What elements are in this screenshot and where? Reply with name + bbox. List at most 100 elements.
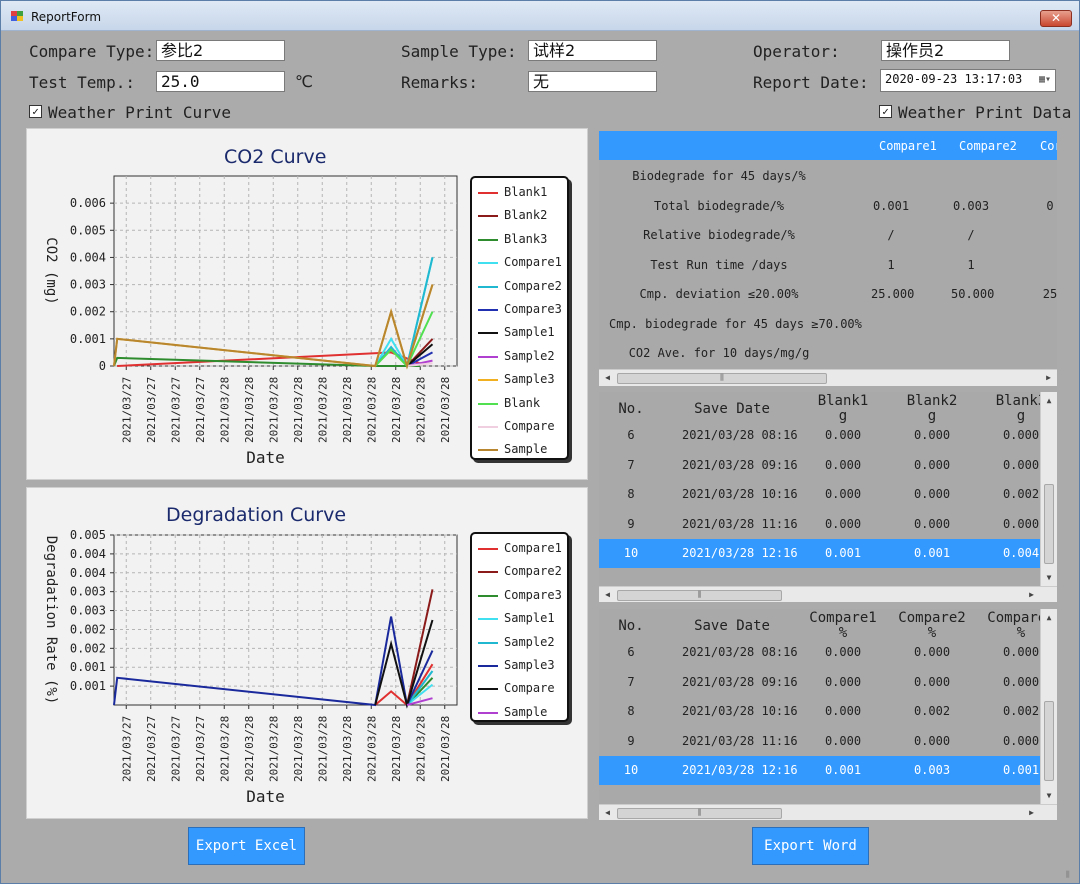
scroll-left-icon[interactable]: ◀ [599,370,616,386]
summary-col-header: Cor [1040,139,1057,153]
column-header[interactable]: Save Date [687,402,777,417]
scroll-down-icon[interactable]: ▼ [1041,787,1057,804]
compare-hscroll[interactable]: ◀ ⫼ ▶ [599,804,1057,820]
remarks-field[interactable]: 无 [528,71,657,92]
table-cell: 0.000 [913,733,951,748]
y-tick-label: 0.002 [70,305,106,319]
scroll-down-icon[interactable]: ▼ [1041,569,1057,586]
compare-vscroll[interactable]: ▲ ▼ [1040,609,1057,804]
scroll-left-icon[interactable]: ◀ [599,587,616,602]
legend-swatch [478,711,498,714]
column-header[interactable]: Blank1 g [798,394,888,424]
table-cell: 2021/03/28 11:16 [682,516,798,531]
table-cell: 2021/03/28 08:16 [682,428,798,442]
summary-grid[interactable]: Compare1 Compare2 Cor Biodegrade for 45 … [599,131,1057,386]
resize-grip-icon[interactable]: ⫼ [1066,870,1076,880]
checkmark-icon: ✓ [882,105,889,118]
title-bar[interactable]: ReportForm ✕ [1,1,1079,31]
table-row[interactable]: 9 2021/03/28 11:16 0.000 0.000 0.000 [599,510,1040,539]
blank-vscroll[interactable]: ▲ ▼ [1040,392,1057,586]
x-tick-label: 2021/03/27 [194,377,207,443]
column-header[interactable]: No. [599,402,676,417]
legend-label: Sample1 [504,325,555,340]
sample-type-field[interactable]: 试样2 [528,40,657,61]
export-word-button[interactable]: Export Word [752,827,869,865]
scroll-right-icon[interactable]: ▶ [1023,805,1040,820]
y-tick-label: 0.004 [70,250,106,264]
close-button[interactable]: ✕ [1040,10,1072,27]
export-excel-button[interactable]: Export Excel [188,827,305,865]
x-tick-label: 2021/03/27 [145,377,158,443]
y-tick-label: 0.003 [70,585,106,599]
compare-type-field[interactable]: 参比2 [156,40,285,61]
legend-swatch [478,449,498,452]
column-header[interactable]: Blank2 g [887,394,977,424]
legend-swatch [478,355,498,358]
scroll-thumb[interactable]: ⫼ [617,590,782,601]
blank-data-grid[interactable]: No. Save Date Blank1 g Blank2 g Blank3 g 6 202… [599,392,1057,602]
print-curve-checkbox[interactable]: ✓ [29,105,42,118]
table-row[interactable]: 7 2021/03/28 09:16 0.000 0.000 0.000 [599,668,1040,697]
table-cell: 0.000 [913,457,951,472]
app-icon [11,11,23,21]
legend-item: Sample [472,440,567,458]
legend-swatch [478,571,498,574]
scroll-up-icon[interactable]: ▲ [1041,392,1057,409]
table-row[interactable]: 6 2021/03/28 08:16 0.000 0.000 0.000 [599,421,1040,450]
x-tick-label: 2021/03/28 [316,377,329,443]
column-header[interactable]: Compare1 % [798,611,888,641]
scroll-up-icon[interactable]: ▲ [1041,609,1057,626]
summary-col-header: Compare2 [959,139,1017,153]
legend-item: Blank [472,394,567,412]
legend-swatch [478,426,498,428]
legend-item: Blank2 [472,206,567,224]
legend-label: Sample2 [504,634,555,649]
scroll-right-icon[interactable]: ▶ [1023,587,1040,602]
table-cell: 0.000 [824,733,862,748]
report-date-picker[interactable]: 2020-09-23 13:17:03 ▦▾ [880,69,1056,92]
y-tick-label: 0.001 [70,679,106,693]
summary-hscroll[interactable]: ◀ ⫼ ▶ [599,369,1057,386]
table-cell: 7 [627,457,635,472]
scroll-right-icon[interactable]: ▶ [1040,370,1057,386]
table-cell: 8 [627,704,635,718]
table-cell: 6 [627,645,635,659]
table-row[interactable]: 10 2021/03/28 12:16 0.001 0.001 0.004 [599,539,1040,568]
summary-cell: 50.000 [951,287,995,301]
column-header[interactable]: Save Date [687,619,777,634]
table-row[interactable]: 7 2021/03/28 09:16 0.000 0.000 0.000 [599,451,1040,480]
legend-label: Blank3 [504,231,548,246]
blank-hscroll[interactable]: ◀ ⫼ ▶ [599,586,1057,602]
table-row[interactable]: 9 2021/03/28 11:16 0.000 0.000 0.000 [599,727,1040,756]
table-cell: 0.001 [824,546,862,560]
column-header[interactable]: No. [599,619,676,634]
compare-data-grid[interactable]: No. Save Date Compare1 % Compare2 % Compare3… [599,609,1057,820]
scroll-left-icon[interactable]: ◀ [599,805,616,820]
scroll-thumb[interactable] [1044,701,1054,781]
table-row[interactable]: 8 2021/03/28 10:16 0.000 0.000 0.002 [599,480,1040,509]
remarks-label: Remarks: [401,73,479,92]
table-cell: 2021/03/28 12:16 [682,763,798,777]
y-tick-label: 0.001 [70,332,106,346]
scroll-thumb[interactable]: ⫼ [617,808,782,819]
table-cell: 7 [627,674,635,689]
x-tick-label: 2021/03/28 [341,377,354,443]
test-temp-field[interactable]: 25.0 [156,71,285,92]
calendar-dropdown-icon[interactable]: ▦▾ [1037,72,1053,87]
table-row[interactable]: 10 2021/03/28 12:16 0.001 0.003 0.001 [599,756,1040,785]
y-tick-label: 0.003 [70,604,106,618]
table-cell: 0.000 [824,674,862,689]
table-row[interactable]: 8 2021/03/28 10:16 0.000 0.002 0.002 [599,697,1040,726]
legend-label: Sample1 [504,611,555,626]
summary-cell: 25.000 [871,287,915,301]
scroll-thumb[interactable]: ⫼ [617,373,827,384]
y-tick-label: 0.005 [70,528,106,542]
legend-item: Sample [472,703,567,721]
column-header[interactable]: Compare2 % [887,611,977,641]
table-row[interactable]: 6 2021/03/28 08:16 0.000 0.000 0.000 [599,638,1040,667]
operator-field[interactable]: 操作员2 [881,40,1010,61]
scroll-thumb[interactable] [1044,484,1054,564]
table-cell: 0.000 [824,428,862,442]
x-tick-label: 2021/03/27 [194,716,207,782]
print-data-checkbox[interactable]: ✓ [879,105,892,118]
